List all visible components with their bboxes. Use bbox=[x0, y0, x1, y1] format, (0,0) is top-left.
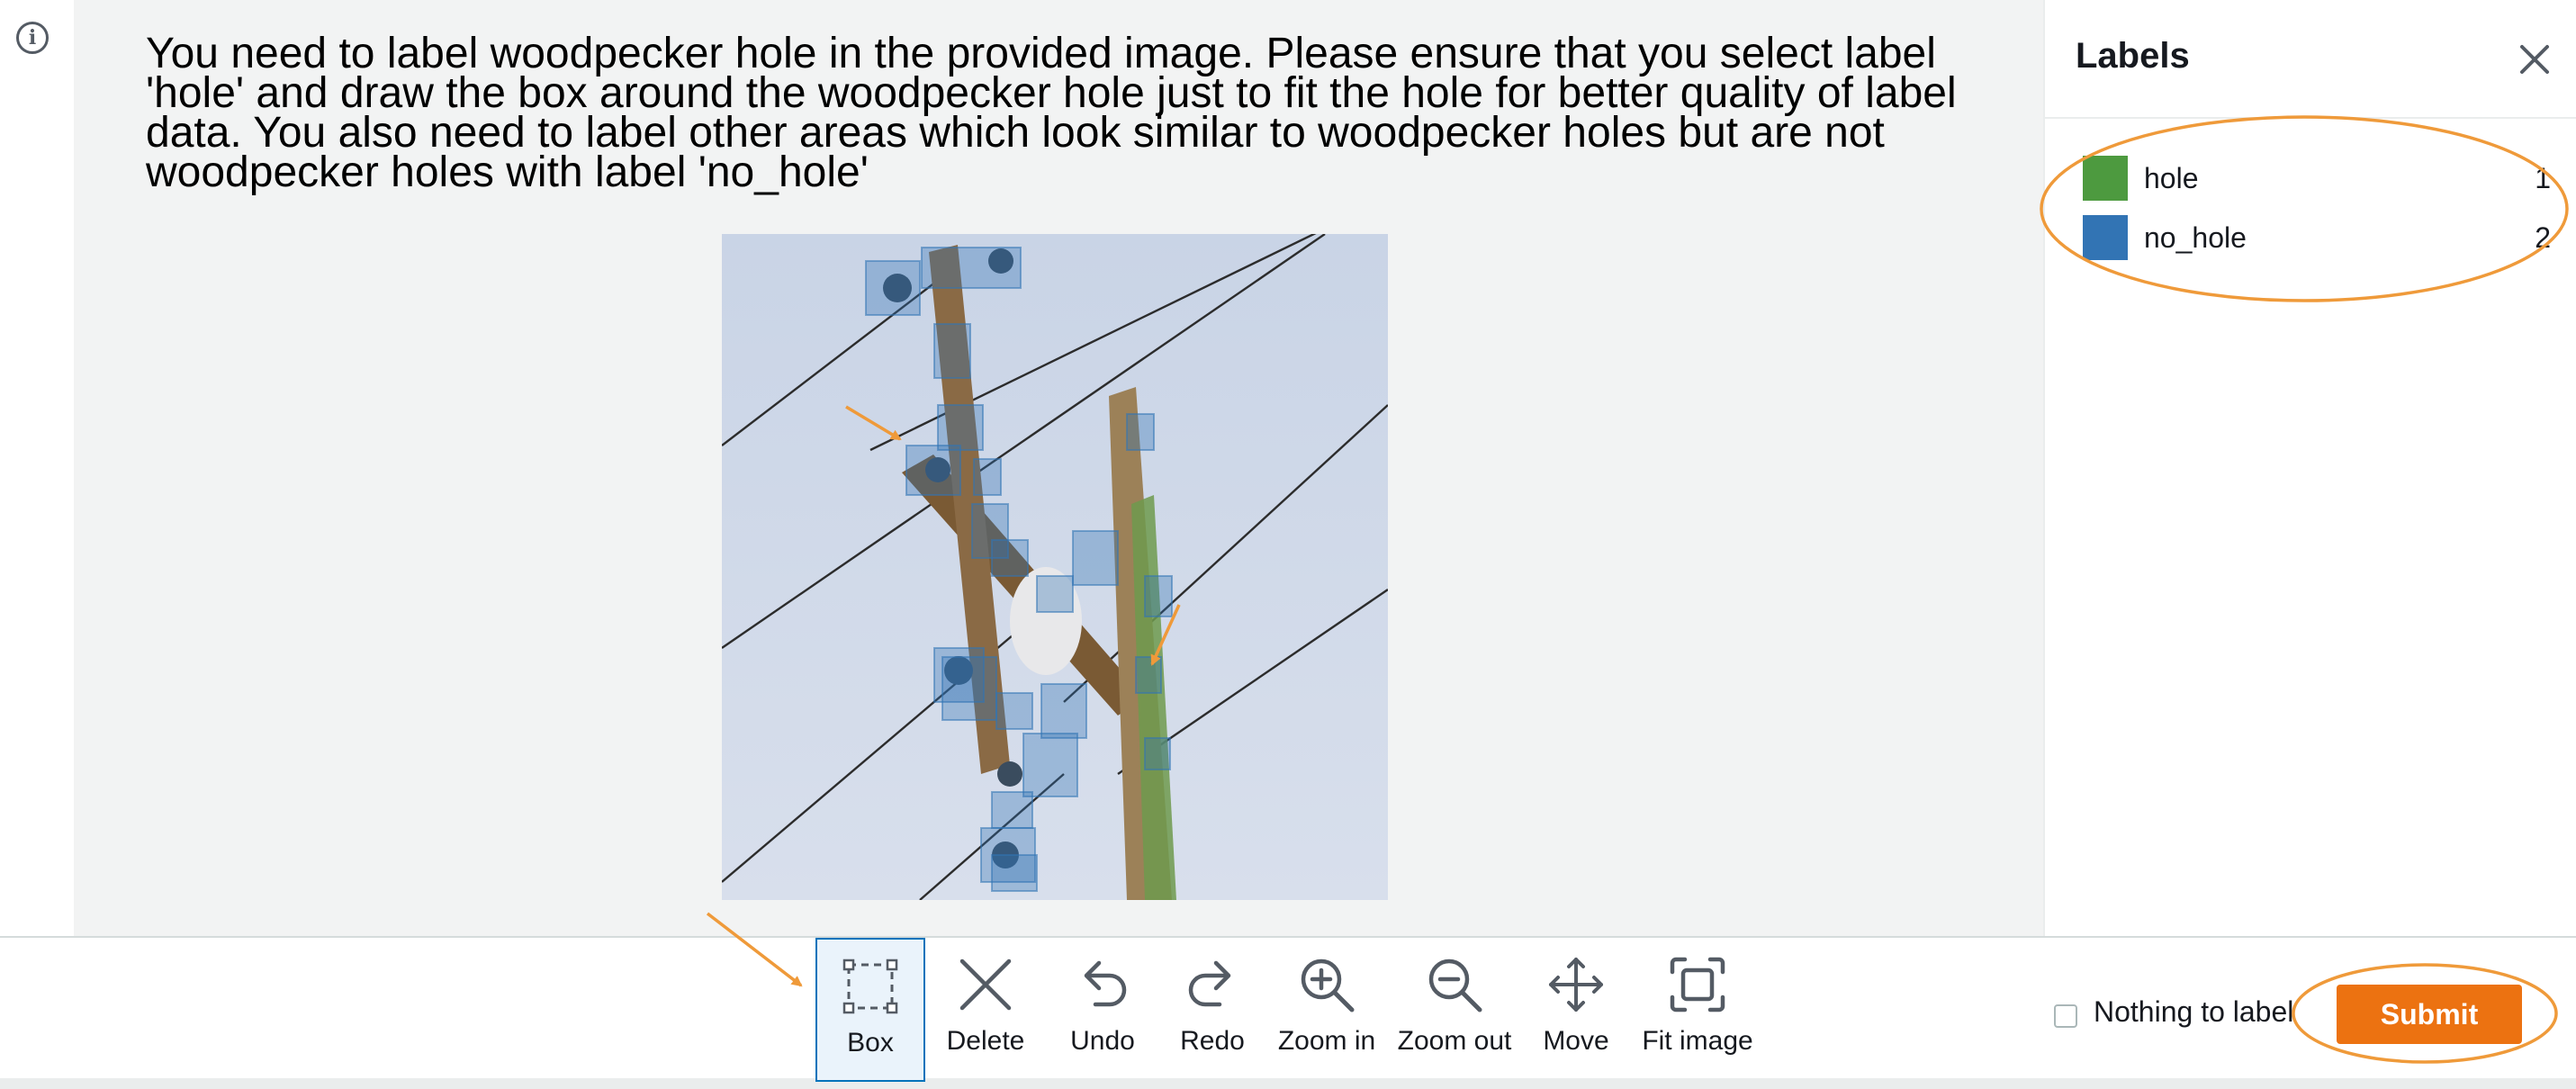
fit-image-icon bbox=[1670, 957, 1725, 1012]
redo-tool-button[interactable]: Redo bbox=[1163, 938, 1262, 1082]
label-name: hole bbox=[2144, 161, 2199, 194]
utility-pole-photo bbox=[722, 234, 1388, 900]
label-color-swatch bbox=[2083, 156, 2128, 201]
redo-icon bbox=[1188, 960, 1231, 1007]
delete-icon bbox=[959, 958, 1012, 1011]
labels-panel-title: Labels bbox=[2076, 36, 2190, 76]
panel-divider bbox=[2045, 117, 2576, 119]
labeling-canvas[interactable]: You need to label woodpecker hole in the… bbox=[74, 0, 2043, 936]
delete-tool-button[interactable]: Delete bbox=[936, 938, 1035, 1082]
move-tool-button[interactable]: Move bbox=[1527, 938, 1626, 1082]
box-tool-button[interactable]: Box bbox=[815, 938, 925, 1082]
zoom-out-icon bbox=[1428, 958, 1482, 1012]
label-count: 2 bbox=[2535, 220, 2551, 254]
label-item-no-hole[interactable]: no_hole 2 bbox=[2083, 214, 2551, 261]
tool-label: Box bbox=[847, 1028, 894, 1058]
tool-label: Move bbox=[1543, 1026, 1609, 1056]
submit-button[interactable]: Submit bbox=[2337, 985, 2522, 1044]
label-count: 1 bbox=[2535, 161, 2551, 194]
task-image[interactable] bbox=[722, 234, 1388, 900]
labels-panel: Labels hole 1 no_hole 2 bbox=[2043, 0, 2576, 936]
zoom-in-tool-button[interactable]: Zoom in bbox=[1271, 938, 1383, 1082]
tool-label: Fit image bbox=[1642, 1026, 1753, 1056]
label-color-swatch bbox=[2083, 215, 2128, 260]
box-icon bbox=[842, 958, 898, 1014]
nothing-to-label-text: Nothing to label bbox=[2094, 995, 2294, 1028]
fit-image-tool-button[interactable]: Fit image bbox=[1635, 938, 1761, 1082]
tool-label: Undo bbox=[1070, 1026, 1135, 1056]
close-icon[interactable] bbox=[2513, 38, 2556, 81]
task-instructions: You need to label woodpecker hole in the… bbox=[146, 30, 1957, 196]
tool-label: Redo bbox=[1180, 1026, 1245, 1056]
nothing-to-label-checkbox[interactable] bbox=[2054, 1004, 2077, 1028]
label-name: no_hole bbox=[2144, 220, 2247, 254]
move-icon bbox=[1549, 958, 1603, 1012]
tool-label: Zoom out bbox=[1397, 1026, 1512, 1056]
tool-label: Delete bbox=[946, 1026, 1025, 1056]
tool-label: Zoom in bbox=[1277, 1026, 1376, 1056]
undo-tool-button[interactable]: Undo bbox=[1053, 938, 1152, 1082]
info-icon[interactable]: i bbox=[16, 22, 49, 54]
zoom-out-tool-button[interactable]: Zoom out bbox=[1393, 938, 1516, 1082]
label-item-hole[interactable]: hole 1 bbox=[2083, 155, 2551, 202]
undo-icon bbox=[1084, 960, 1127, 1007]
zoom-in-icon bbox=[1301, 958, 1355, 1012]
left-rail: i bbox=[0, 0, 74, 936]
